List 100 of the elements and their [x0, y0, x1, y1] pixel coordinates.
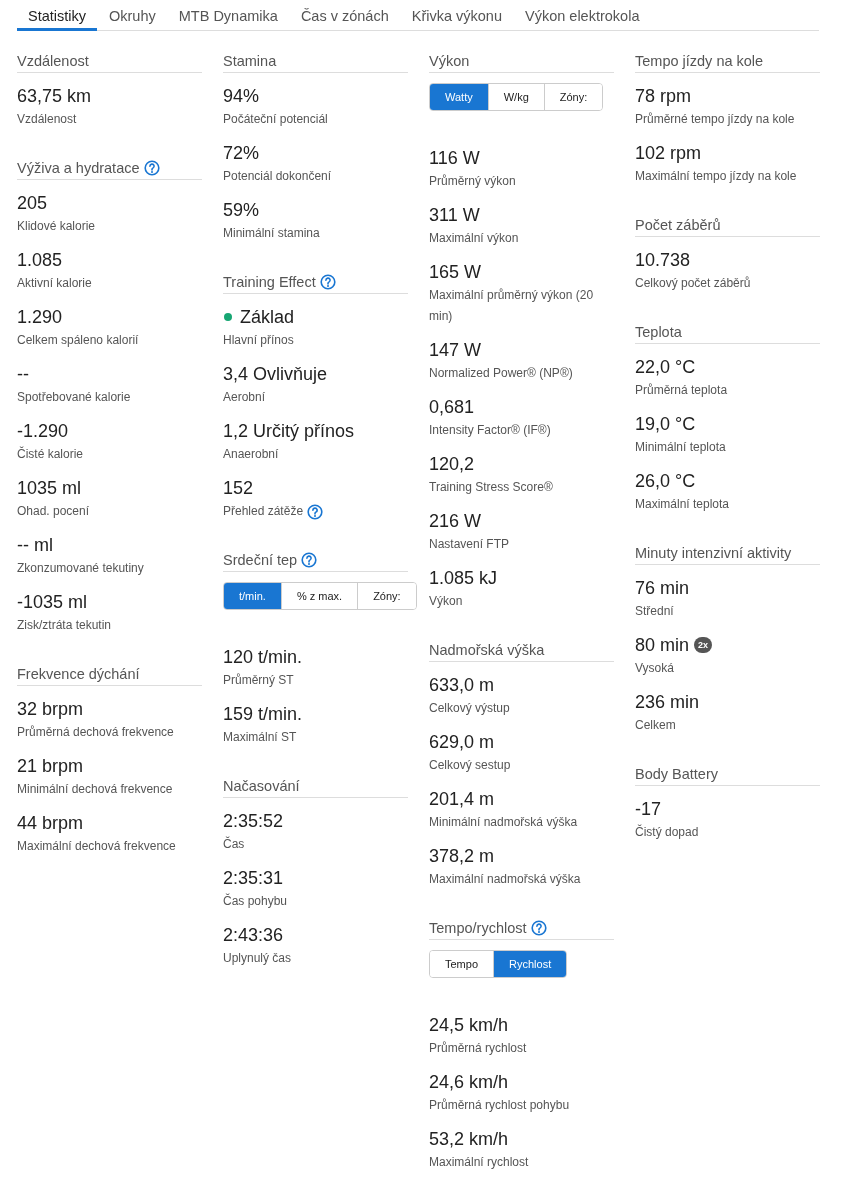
- stat-label: Průměrná dechová frekvence: [17, 724, 174, 741]
- tab[interactable]: Výkon elektrokola: [514, 6, 651, 30]
- tab[interactable]: MTB Dynamika: [167, 6, 289, 30]
- stat-value: 1,2 Určitý přínos: [223, 420, 355, 442]
- stat-label: Maximální ST: [223, 729, 297, 746]
- section-title: Načasování: [223, 778, 300, 794]
- help-icon[interactable]: [301, 552, 318, 568]
- section-title: Training Effect: [223, 274, 316, 290]
- stat-label: Průměrné tempo jízdy na kole: [635, 111, 795, 128]
- stat-label: Maximální dechová frekvence: [17, 838, 176, 855]
- stat-label: Výkon: [429, 593, 463, 610]
- stat-label: Průměrná teplota: [635, 382, 728, 399]
- tab[interactable]: Křivka výkonu: [400, 6, 513, 30]
- stat-label: Aktivní kalorie: [17, 275, 92, 292]
- stat-label: Celkem spáleno kalorií: [17, 332, 139, 349]
- stat-label: Čistý dopad: [635, 823, 699, 841]
- stat-label: Ohad. pocení: [17, 503, 90, 520]
- stat-label: Průměrná rychlost pohybu: [429, 1097, 570, 1114]
- section-title: Počet záběrů: [635, 217, 721, 233]
- stat-value: 120 t/min.: [223, 646, 303, 668]
- stat-label: Maximální výkon: [429, 230, 519, 247]
- stat-value: 1.085: [17, 249, 63, 271]
- stat-value: 633,0 m: [429, 674, 495, 696]
- stat-label: Maximální rychlost: [429, 1154, 529, 1171]
- stat-label: Průměrný ST: [223, 672, 294, 689]
- help-icon[interactable]: [307, 503, 324, 520]
- stat-value: 10.738: [635, 249, 691, 271]
- stat-label: Minimální teplota: [635, 439, 726, 456]
- stat-label: Minimální stamina: [223, 225, 320, 242]
- stat-value: -1035 ml: [17, 591, 88, 613]
- stat-label: Minimální dechová frekvence: [17, 781, 173, 798]
- stat-label: Průměrná rychlost: [429, 1040, 527, 1057]
- stat-label: Intensity Factor® (IF®): [429, 422, 551, 439]
- toggle-button[interactable]: Zóny:: [543, 84, 603, 110]
- section-title: Teplota: [635, 324, 682, 340]
- stat-value: 378,2 m: [429, 845, 495, 867]
- stat-value: 147 W: [429, 339, 482, 361]
- stat-value: 19,0 °C: [635, 413, 696, 435]
- stat-label: Celkový počet záběrů: [635, 275, 751, 292]
- toggle-button[interactable]: Watty: [430, 84, 488, 110]
- stat-label: Potenciál dokončení: [223, 168, 332, 185]
- section-title: Srdeční tep: [223, 552, 298, 568]
- stat-value: 2:43:36: [223, 924, 284, 946]
- stat-label: Vysoká: [635, 660, 674, 677]
- section-title: Tempo/rychlost: [429, 920, 527, 936]
- tab[interactable]: Čas v zónách: [289, 6, 400, 30]
- stat-value: Základ: [240, 306, 295, 328]
- stat-label: Klidové kalorie: [17, 218, 96, 235]
- stat-label: Training Stress Score®: [429, 479, 553, 496]
- toggle-button[interactable]: t/min.: [224, 583, 281, 609]
- section-title: Frekvence dýchání: [17, 666, 140, 682]
- stat-label: Čas pohybu: [223, 892, 288, 910]
- stat-label: Maximální průměrný výkon (20 min): [429, 287, 595, 325]
- stat-label: Střední: [635, 603, 674, 620]
- toggle-button[interactable]: Zóny:: [357, 583, 416, 609]
- stat-value: 201,4 m: [429, 788, 495, 810]
- stat-value: 1035 ml: [17, 477, 82, 499]
- stat-label: Přehled zátěže: [223, 503, 304, 520]
- toggle-button[interactable]: Rychlost: [493, 951, 567, 977]
- stat-value: 116 W: [429, 147, 480, 169]
- stat-label: Čisté kalorie: [17, 445, 84, 463]
- stat-value: 165 W: [429, 261, 482, 283]
- stat-label: Spotřebované kalorie: [17, 389, 131, 406]
- stat-value: 2:35:31: [223, 867, 284, 889]
- stat-value: -17: [635, 798, 661, 820]
- stat-value: 24,5 km/h: [429, 1014, 509, 1036]
- stat-label: Celkový výstup: [429, 700, 510, 717]
- stat-value: 63,75 km: [17, 85, 92, 107]
- stat-value: 629,0 m: [429, 731, 495, 753]
- stat-label: Počáteční potenciál: [223, 111, 328, 128]
- stat-value: 120,2: [429, 453, 475, 475]
- stat-value: 21 brpm: [17, 755, 84, 777]
- stat-value: 236 min: [635, 691, 700, 713]
- tab[interactable]: Statistiky: [17, 6, 97, 31]
- stat-label: Hlavní přínos: [223, 332, 294, 349]
- help-icon[interactable]: [143, 160, 160, 176]
- stat-label: Zkonzumované tekutiny: [17, 560, 144, 577]
- stat-label: Maximální nadmořská výška: [429, 871, 581, 888]
- stat-value: 59%: [223, 199, 260, 221]
- help-icon[interactable]: [530, 920, 547, 936]
- stat-value: 80 min: [635, 634, 690, 656]
- stat-value: -- ml: [17, 534, 53, 556]
- stat-value: 205: [17, 192, 48, 214]
- stat-value: 26,0 °C: [635, 470, 696, 492]
- section-title: Výkon: [429, 53, 470, 69]
- stat-value: 78 rpm: [635, 85, 692, 107]
- section-title: Výživa a hydratace: [17, 160, 140, 176]
- stat-label: Nastavení FTP: [429, 536, 510, 553]
- stat-label: Maximální teplota: [635, 496, 730, 513]
- stat-label: Čas: [223, 835, 245, 853]
- stat-label: Celkový sestup: [429, 757, 511, 774]
- stat-value: 216 W: [429, 510, 482, 532]
- stat-label: Celkem: [635, 717, 676, 734]
- stat-value: 32 brpm: [17, 698, 84, 720]
- stat-label: Maximální tempo jízdy na kole: [635, 168, 797, 185]
- section-title: Stamina: [223, 53, 277, 69]
- stat-value: 2:35:52: [223, 810, 284, 832]
- help-icon[interactable]: [319, 274, 336, 290]
- stat-label: Zisk/ztráta tekutin: [17, 617, 112, 634]
- tab[interactable]: Okruhy: [98, 6, 167, 30]
